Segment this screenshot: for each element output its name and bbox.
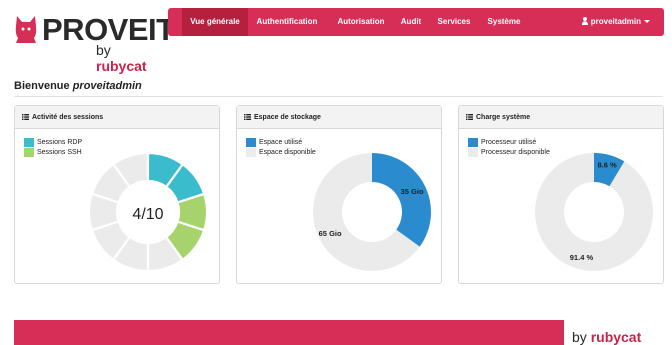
panel-sessions: Activité des sessions 4/10 Sessions RDP … [14, 105, 220, 284]
page-title: Bienvenue proveitadmin [14, 80, 142, 92]
panel-sessions-header: Activité des sessions [15, 106, 219, 129]
legend-swatch-used [246, 138, 256, 147]
storage-legend: Espace utilisé Espace disponible [246, 138, 316, 158]
title-divider [14, 96, 662, 97]
panel-load-title: Charge système [476, 114, 531, 121]
nav-item-systeme[interactable]: Système [484, 8, 524, 36]
load-value-label: 8.6 % [597, 160, 617, 169]
user-menu[interactable]: proveitadmin [581, 8, 650, 36]
sessions-center-label: 4/10 [132, 206, 163, 223]
nav-item-authentification[interactable]: Authentification [250, 8, 324, 36]
brand-by: by [96, 42, 111, 58]
storage-value-label: 65 Gio [319, 229, 342, 238]
legend-swatch-free [246, 148, 256, 157]
nav-item-vue-generale[interactable]: Vue générale [182, 8, 248, 36]
welcome-username: proveitadmin [72, 80, 142, 92]
list-icon [22, 113, 29, 120]
legend-swatch-rdp [24, 138, 34, 147]
welcome-prefix: Bienvenue [14, 80, 70, 92]
panel-storage-header: Espace de stockage [237, 106, 441, 129]
user-name: proveitadmin [590, 17, 641, 26]
storage-slice-used [372, 153, 431, 247]
legend-label: Espace utilisé [259, 139, 303, 146]
footer-by: by [572, 329, 587, 345]
panel-load: Charge système 8.6 % 91.4 % Processeur ut… [458, 105, 664, 284]
storage-value-label: 35 Gio [401, 187, 424, 196]
legend-item: Espace disponible [246, 148, 316, 158]
chevron-down-icon [644, 20, 650, 23]
legend-swatch-free [468, 148, 478, 157]
brand-company: rubycat [96, 58, 147, 74]
proveit-logo[interactable]: PROVEIT by rubycat [12, 8, 175, 74]
legend-label: Processeur disponible [481, 149, 550, 156]
legend-item: Sessions RDP [24, 138, 82, 148]
footer-company: rubycat [590, 329, 642, 345]
main-navbar: Vue générale Authentification Autorisati… [168, 8, 664, 36]
footer-band [14, 320, 564, 345]
list-icon [466, 113, 473, 120]
legend-item: Processeur disponible [468, 148, 550, 158]
cat-logo-icon [15, 16, 37, 43]
user-icon [581, 17, 588, 25]
footer-brand: by rubycat [572, 329, 641, 345]
legend-swatch-ssh [24, 148, 34, 157]
list-icon [244, 113, 251, 120]
legend-label: Sessions SSH [37, 149, 82, 156]
legend-item: Espace utilisé [246, 138, 316, 148]
legend-label: Processeur utilisé [481, 139, 537, 146]
nav-item-autorisation[interactable]: Autorisation [330, 8, 392, 36]
panel-storage-title: Espace de stockage [254, 114, 321, 121]
nav-item-audit[interactable]: Audit [396, 8, 426, 36]
panel-sessions-title: Activité des sessions [32, 114, 104, 121]
load-value-label: 91.4 % [570, 253, 594, 262]
brand-byline: by rubycat [96, 42, 162, 74]
sessions-legend: Sessions RDP Sessions SSH [24, 138, 82, 158]
legend-item: Sessions SSH [24, 148, 82, 158]
nav-item-services[interactable]: Services [434, 8, 474, 36]
legend-label: Sessions RDP [37, 139, 83, 146]
legend-item: Processeur utilisé [468, 138, 550, 148]
legend-swatch-used [468, 138, 478, 147]
legend-label: Espace disponible [259, 149, 316, 156]
panel-load-header: Charge système [459, 106, 663, 129]
panel-storage: Espace de stockage 35 Gio 65 Gio Espace u… [236, 105, 442, 284]
load-legend: Processeur utilisé Processeur disponible [468, 138, 550, 158]
